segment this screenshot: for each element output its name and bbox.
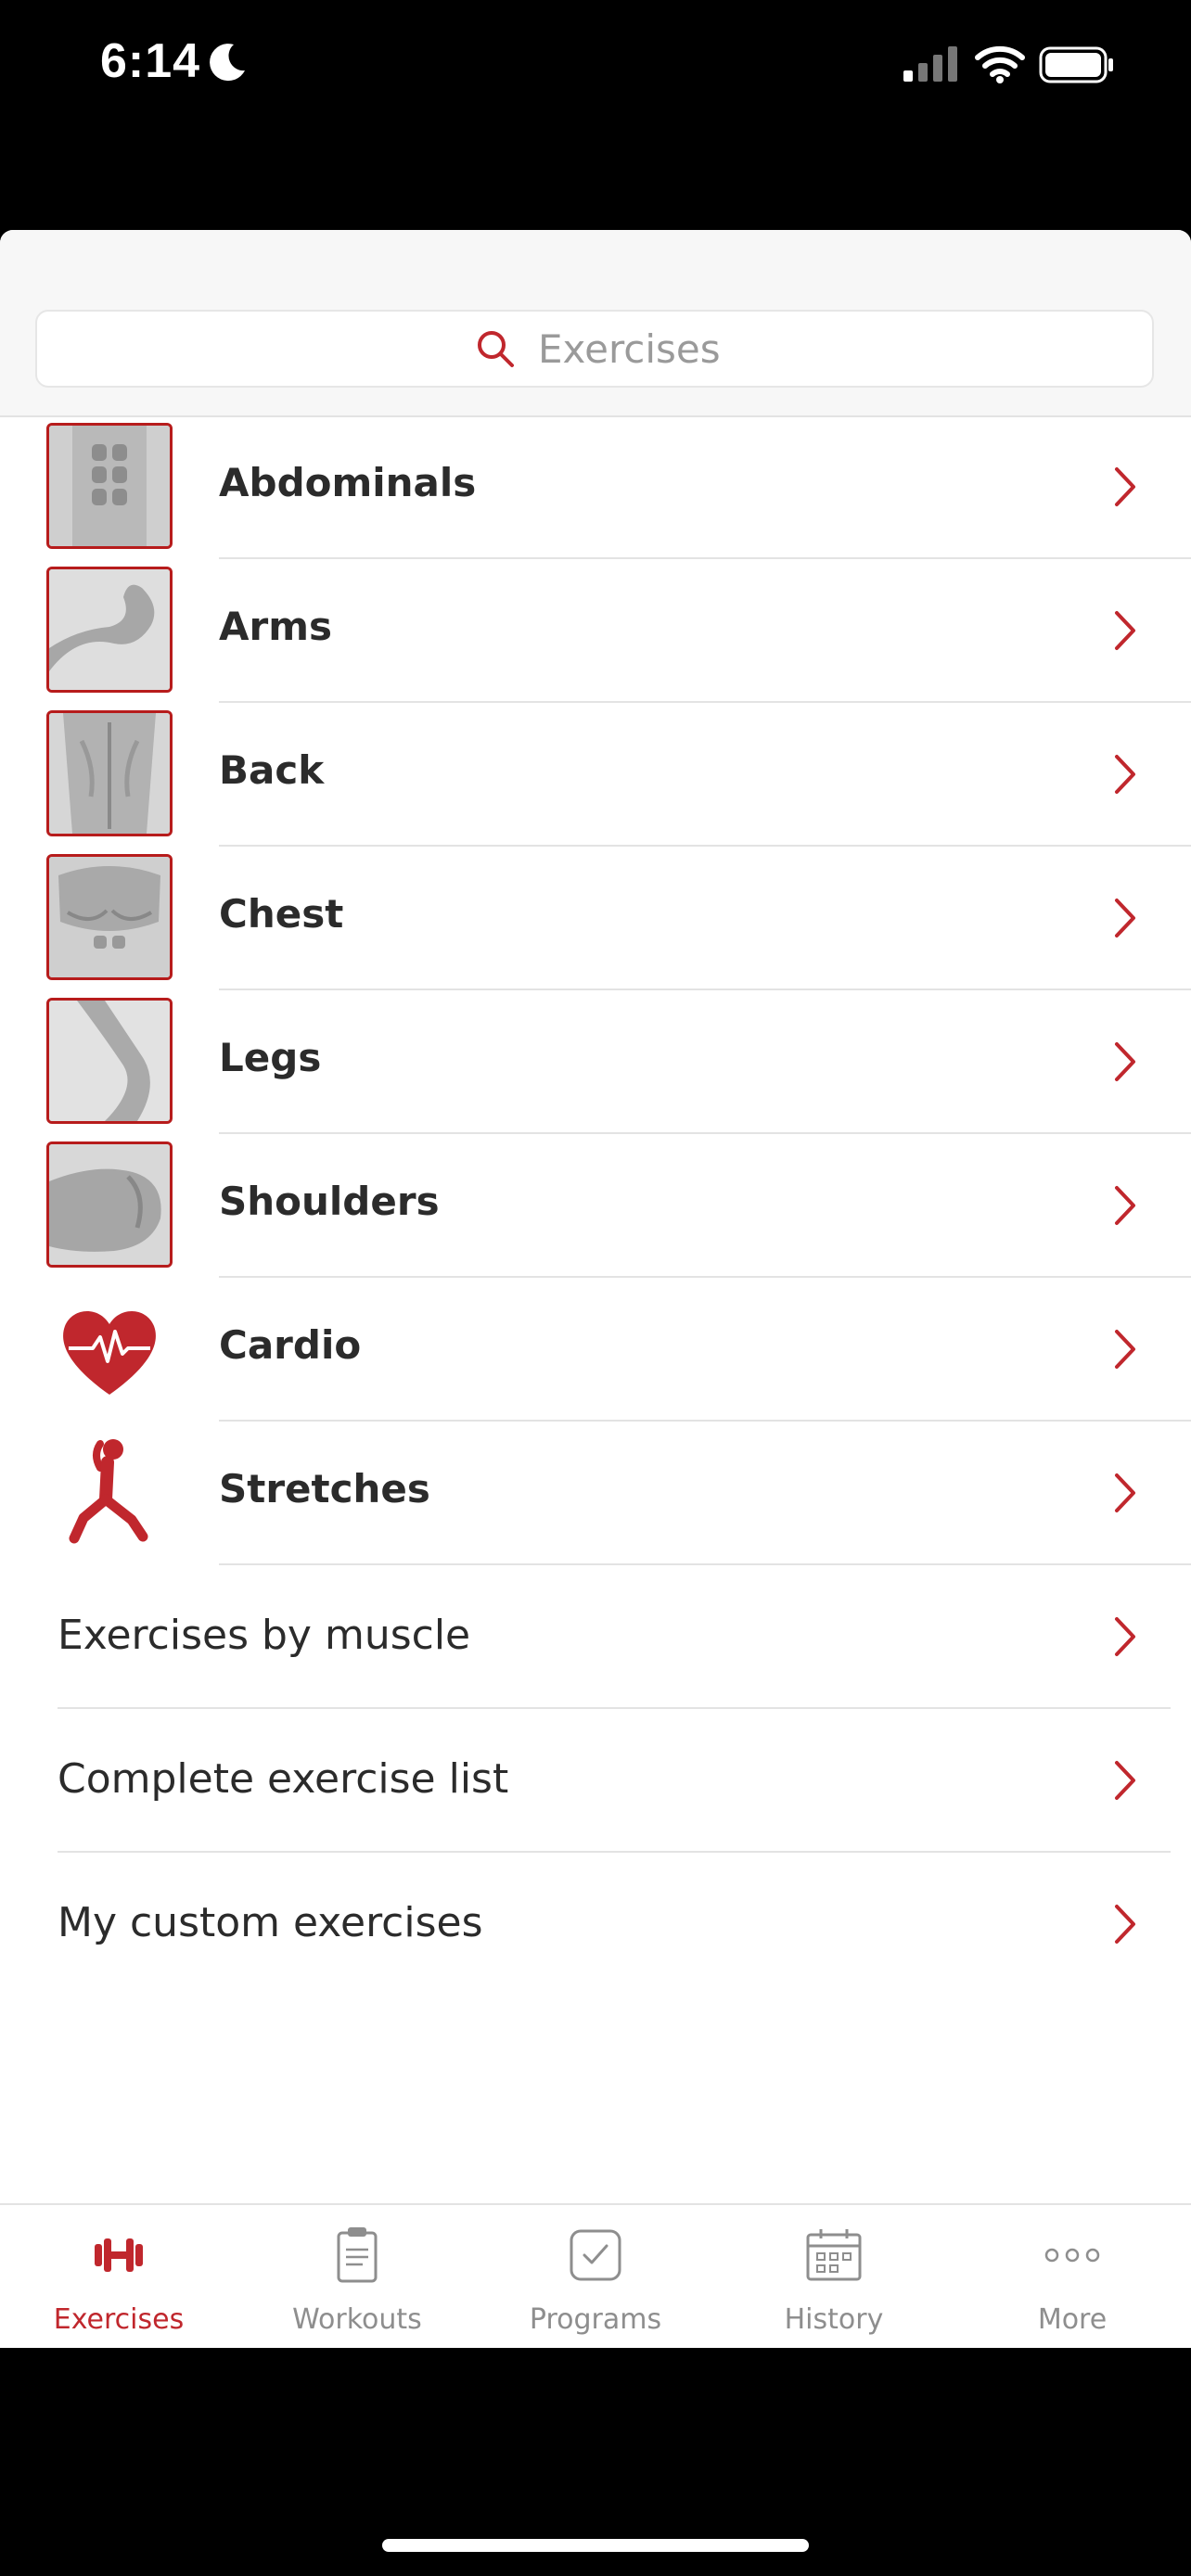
chevron-right-icon <box>1115 467 1135 506</box>
link-exercises-by-muscle[interactable]: Exercises by muscle <box>0 1565 1191 1709</box>
category-label: Chest <box>219 891 344 937</box>
cellular-signal-icon <box>903 46 957 82</box>
search-bar[interactable] <box>35 310 1154 388</box>
category-list: Abdominals Arms Back Chest Legs Shoulder… <box>0 415 1191 1996</box>
tab-more[interactable]: More <box>954 2205 1191 2348</box>
battery-icon <box>1039 46 1113 83</box>
tab-label: Programs <box>529 2303 662 2336</box>
status-bar: 6:14 <box>0 0 1191 139</box>
chest-photo <box>46 854 173 980</box>
category-label: Legs <box>219 1035 322 1080</box>
moon-icon <box>210 44 245 82</box>
calendar-icon <box>806 2229 862 2281</box>
category-label: Arms <box>219 604 332 649</box>
search-input[interactable] <box>538 321 1095 376</box>
tab-programs[interactable]: Programs <box>477 2205 714 2348</box>
tab-exercises[interactable]: Exercises <box>0 2205 237 2348</box>
category-item-abdominals[interactable]: Abdominals <box>0 415 1191 559</box>
arms-photo <box>46 567 173 693</box>
chevron-right-icon <box>1115 1761 1135 1800</box>
category-item-cardio[interactable]: Cardio <box>0 1278 1191 1422</box>
category-item-stretches[interactable]: Stretches <box>0 1422 1191 1565</box>
tab-label: History <box>784 2303 884 2336</box>
tab-label: More <box>1037 2303 1108 2336</box>
chevron-right-icon <box>1115 1617 1135 1656</box>
search-icon <box>478 331 514 367</box>
exercises-screen: Abdominals Arms <box>0 230 1191 2346</box>
chevron-right-icon <box>1115 899 1135 937</box>
legs-photo <box>46 998 173 1124</box>
chevron-right-icon <box>1115 611 1135 650</box>
search-area <box>0 230 1191 417</box>
tab-label: Workouts <box>292 2303 422 2336</box>
category-label: Shoulders <box>219 1179 440 1224</box>
tab-workouts[interactable]: Workouts <box>238 2205 476 2348</box>
chevron-right-icon <box>1115 1042 1135 1081</box>
category-item-shoulders[interactable]: Shoulders <box>0 1134 1191 1278</box>
more-dots-icon <box>1044 2248 1100 2263</box>
heart-pulse-icon <box>63 1310 156 1395</box>
category-item-legs[interactable]: Legs <box>0 990 1191 1134</box>
tab-history[interactable]: History <box>715 2205 953 2348</box>
chevron-right-icon <box>1115 1186 1135 1225</box>
category-item-arms[interactable]: Arms <box>0 559 1191 703</box>
tab-bar: Exercises Workouts Programs History More <box>0 2203 1191 2348</box>
checkbox-icon <box>570 2229 621 2281</box>
tab-label: Exercises <box>53 2303 185 2336</box>
status-time: 6:14 <box>100 34 201 88</box>
link-label: Exercises by muscle <box>58 1612 471 1659</box>
link-label: Complete exercise list <box>58 1755 509 1803</box>
category-label: Back <box>219 747 325 793</box>
clipboard-icon <box>337 2227 378 2283</box>
dumbbell-icon <box>95 2238 143 2272</box>
shoulders-photo <box>46 1141 173 1268</box>
wifi-icon <box>975 45 1025 83</box>
category-label: Cardio <box>219 1322 362 1368</box>
abdominals-photo <box>46 423 173 549</box>
home-indicator[interactable] <box>382 2539 809 2552</box>
link-complete-exercise-list[interactable]: Complete exercise list <box>0 1709 1191 1853</box>
chevron-right-icon <box>1115 1473 1135 1512</box>
chevron-right-icon <box>1115 1330 1135 1369</box>
stretching-person-icon <box>69 1439 148 1544</box>
chevron-right-icon <box>1115 1905 1135 1944</box>
category-label: Abdominals <box>219 460 477 505</box>
link-label: My custom exercises <box>58 1899 483 1946</box>
back-photo <box>46 710 173 836</box>
category-item-back[interactable]: Back <box>0 703 1191 847</box>
category-label: Stretches <box>219 1466 430 1511</box>
chevron-right-icon <box>1115 755 1135 794</box>
category-item-chest[interactable]: Chest <box>0 847 1191 990</box>
link-my-custom-exercises[interactable]: My custom exercises <box>0 1853 1191 1996</box>
